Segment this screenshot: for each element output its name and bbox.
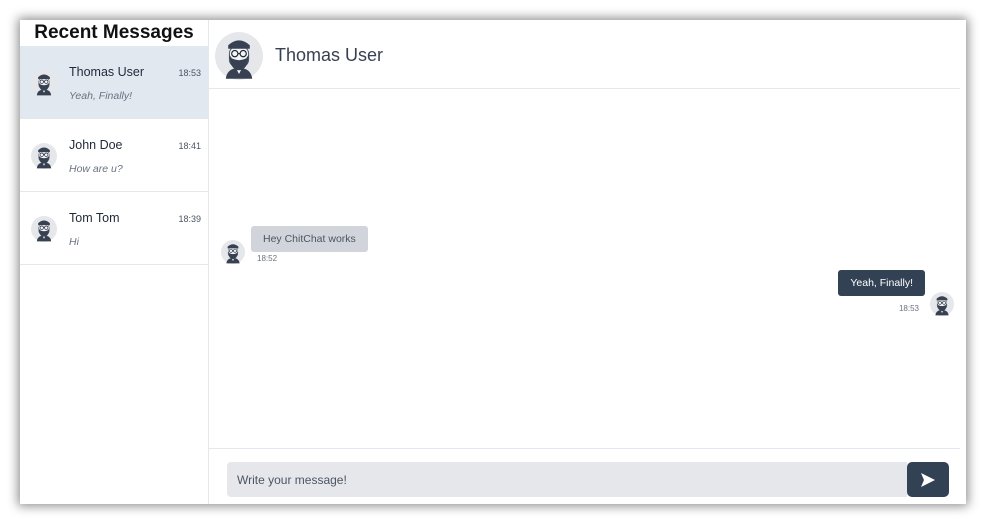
conversation-preview: Hi <box>69 236 79 248</box>
conversation-name: Tom Tom <box>69 211 120 225</box>
bearded-man-avatar-icon <box>31 70 57 96</box>
message-input[interactable] <box>227 462 907 497</box>
outgoing-message-time: 18:53 <box>898 304 919 313</box>
bearded-man-avatar-icon <box>215 32 263 80</box>
conversation-item-thomas-user[interactable]: Thomas User 18:53 Yeah, Finally! <box>20 46 208 119</box>
bearded-man-avatar-icon <box>31 216 57 242</box>
conversation-time: 18:39 <box>178 214 201 224</box>
conversation-time: 18:53 <box>178 68 201 78</box>
chat-title: Thomas User <box>275 45 384 65</box>
chat-header: Thomas User <box>209 20 960 89</box>
message-list[interactable]: Hey ChitChat works 18:52 Yeah, Finally! … <box>209 89 966 449</box>
bearded-man-avatar-icon <box>221 240 245 264</box>
conversation-preview: How are u? <box>69 163 123 175</box>
bearded-man-avatar-icon <box>930 292 954 316</box>
chat-app-window: Recent Messages Thomas User 18:53 Yeah, … <box>20 20 966 504</box>
message-composer <box>209 448 960 504</box>
conversation-preview: Yeah, Finally! <box>69 90 133 102</box>
bearded-man-avatar-icon <box>31 143 57 169</box>
conversation-name: John Doe <box>69 138 123 152</box>
sidebar: Recent Messages Thomas User 18:53 Yeah, … <box>20 20 209 504</box>
send-arrow-icon <box>921 472 935 487</box>
conversation-item-tom-tom[interactable]: Tom Tom 18:39 Hi <box>20 192 208 265</box>
sidebar-title: Recent Messages <box>34 22 194 43</box>
incoming-message-time: 18:52 <box>257 254 278 263</box>
conversation-name: Thomas User <box>69 65 145 79</box>
outgoing-message-bubble: Yeah, Finally! <box>838 270 925 296</box>
chat-panel: Thomas User Hey ChitChat works 18:52 Yea… <box>209 20 966 504</box>
incoming-message-bubble: Hey ChitChat works <box>251 226 368 252</box>
conversation-item-john-doe[interactable]: John Doe 18:41 How are u? <box>20 119 208 192</box>
send-button[interactable] <box>907 462 949 497</box>
conversation-time: 18:41 <box>178 141 201 151</box>
